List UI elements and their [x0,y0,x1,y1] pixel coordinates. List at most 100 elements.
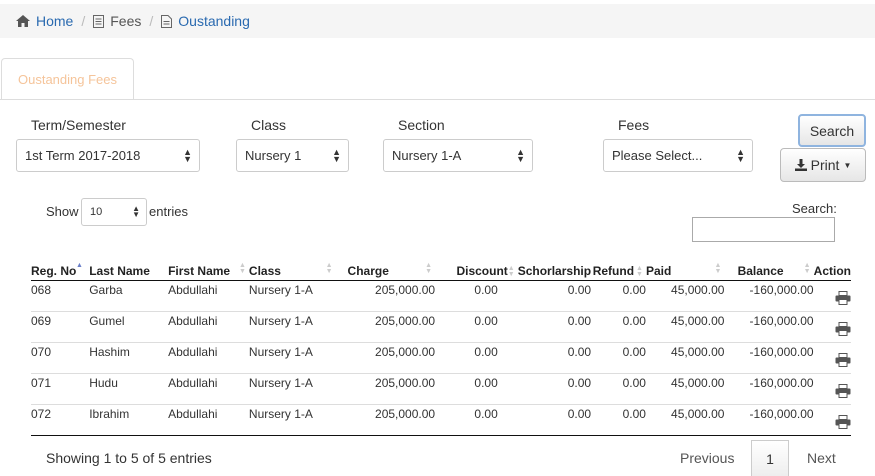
table-row: 072 Ibrahim Abdullahi Nursery 1-A 205,00… [31,404,851,436]
cell-scholarship: 0.00 [507,404,592,436]
search-button[interactable]: Search [798,114,866,147]
column-header-last-name[interactable]: Last Name [89,262,169,281]
cell-action [813,404,851,436]
cell-paid: 45,000.00 [645,404,725,436]
printer-icon[interactable] [835,321,851,339]
cell-discount: 0.00 [435,404,508,436]
column-header-label: Action [813,263,851,278]
cell-first-name: Abdullahi [168,373,249,405]
breadcrumb-current[interactable]: Oustanding [161,13,250,29]
sort-icon: ▲ ▼ [238,262,246,275]
column-header-paid[interactable]: Paid ▲ ▼ [645,262,725,281]
cell-discount: 0.00 [435,280,508,312]
column-header-discount[interactable]: Discount [435,262,508,281]
printer-icon[interactable] [835,352,851,370]
column-header-refund[interactable]: Refund ▲ ▼ [591,262,646,281]
breadcrumb-current-label[interactable]: Oustanding [178,13,250,29]
cell-first-name: Abdullahi [168,342,249,374]
breadcrumb-separator: / [149,13,154,29]
section-label: Section [398,117,445,133]
cell-balance: -160,000.00 [724,311,814,343]
cell-reg-no: 072 [31,404,90,436]
pagination-next[interactable]: Next [807,450,836,466]
column-header-first-name[interactable]: First Name ▲ ▼ [168,262,249,281]
table-info: Showing 1 to 5 of 5 entries [46,450,212,466]
term-select[interactable]: 1st Term 2017-2018 ▲ ▼ [16,139,200,172]
cell-balance: -160,000.00 [724,280,814,312]
column-header-reg-no[interactable]: Reg. No ▲ [31,262,90,281]
tab-oustanding-fees[interactable]: Oustanding Fees [1,58,134,100]
search-input[interactable] [692,217,835,242]
cell-first-name: Abdullahi [168,280,249,312]
cell-scholarship: 0.00 [507,280,592,312]
cell-scholarship: 0.00 [507,311,592,343]
table-header-row: Reg. No ▲ Last Name First Name ▲ ▼ Class ▲ ▼ … [31,262,851,281]
pagination-previous[interactable]: Previous [680,450,734,466]
section-select[interactable]: Nursery 1-A ▲ ▼ [383,139,533,172]
select-arrows-icon: ▲ ▼ [736,147,745,164]
cell-action [813,280,851,312]
cell-charge: 205,000.00 [335,280,436,312]
column-header-balance[interactable]: Balance ▲ ▼ [724,262,814,281]
column-header-label: Refund [592,263,635,278]
select-arrows-icon: ▲ ▼ [132,204,140,219]
cell-paid: 45,000.00 [645,342,725,374]
pagination-page-1[interactable]: 1 [751,440,789,476]
column-header-action[interactable]: Action [813,262,851,281]
term-select-value: 1st Term 2017-2018 [25,148,141,163]
column-header-label: Balance [737,263,784,278]
table-row: 069 Gumel Abdullahi Nursery 1-A 205,000.… [31,311,851,343]
cell-discount: 0.00 [435,373,508,405]
column-header-label: Class [248,263,281,278]
sort-icon: ▲ ▼ [507,264,515,278]
print-button-label: Print [810,157,840,173]
cell-scholarship: 0.00 [507,342,592,374]
sort-icon: ▲ ▼ [636,264,643,278]
cell-charge: 205,000.00 [335,373,436,405]
printer-icon[interactable] [835,414,851,432]
cell-reg-no: 069 [31,311,90,343]
table-row: 071 Hudu Abdullahi Nursery 1-A 205,000.0… [31,373,851,405]
cell-action [813,311,851,343]
breadcrumb-fees-label[interactable]: Fees [110,13,141,29]
cell-last-name: Gumel [89,311,169,343]
select-arrows-icon: ▲ ▼ [516,147,525,164]
column-header-label: Reg. No [31,263,77,278]
cell-action [813,342,851,374]
search-label: Search: [792,201,837,216]
print-button[interactable]: Print ▼ [780,148,866,182]
column-header-label: Charge [347,263,389,278]
column-header-class[interactable]: Class ▲ ▼ [248,262,336,281]
table-row: 070 Hashim Abdullahi Nursery 1-A 205,000… [31,342,851,374]
tab-divider [0,99,875,100]
fees-select[interactable]: Please Select... ▲ ▼ [603,139,753,172]
cell-balance: -160,000.00 [724,342,814,374]
cell-refund: 0.00 [591,311,646,343]
breadcrumb-fees[interactable]: Fees [93,13,141,29]
cell-charge: 205,000.00 [335,311,436,343]
select-arrows-icon: ▲ ▼ [332,147,341,164]
breadcrumb-home[interactable]: Home [16,13,73,29]
cell-class: Nursery 1-A [248,373,336,405]
document-icon [161,14,173,28]
column-header-charge[interactable]: Charge ▲ ▼ [335,262,436,281]
entries-select[interactable]: 10 ▲ ▼ [81,198,147,226]
cell-charge: 205,000.00 [335,342,436,374]
sort-icon: ▲ ▼ [325,262,333,275]
printer-icon[interactable] [835,383,851,401]
class-select-value: Nursery 1 [245,148,302,163]
breadcrumb-home-label[interactable]: Home [36,13,73,29]
cell-first-name: Abdullahi [168,311,249,343]
printer-icon[interactable] [835,290,851,308]
cell-discount: 0.00 [435,342,508,374]
class-select[interactable]: Nursery 1 ▲ ▼ [236,139,349,172]
select-arrows-icon: ▲ ▼ [183,147,192,164]
cell-paid: 45,000.00 [645,280,725,312]
cell-refund: 0.00 [591,342,646,374]
column-header-label: First Name [168,263,231,278]
column-header-label: Schorlarship [517,263,592,278]
cell-balance: -160,000.00 [724,404,814,436]
column-header-scholarship[interactable]: ▲ ▼ Schorlarship [507,262,592,281]
document-icon [93,14,105,28]
cell-class: Nursery 1-A [248,404,336,436]
